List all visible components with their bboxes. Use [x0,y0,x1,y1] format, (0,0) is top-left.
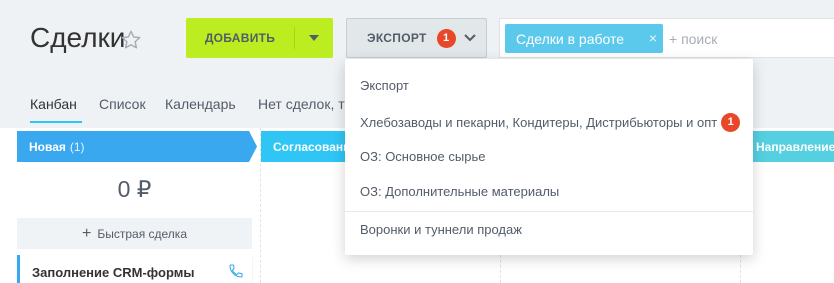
tab-list[interactable]: Список [99,96,146,112]
stage-name: Согласовани [273,139,351,154]
active-tab-indicator [30,121,82,123]
quick-deal-button[interactable]: + Быстрая сделка [17,218,252,249]
chevron-down-icon [463,34,476,42]
filter-search-box[interactable]: Сделки в работе × + поиск [499,18,834,58]
menu-item-label: Воронки и туннели продаж [360,222,522,237]
menu-item-main-materials[interactable]: ОЗ: Основное сырье [360,149,485,164]
export-count-badge: 1 [436,28,456,48]
quick-deal-label: Быстрая сделка [97,226,187,241]
stage-name: Новая [29,139,66,154]
menu-item-extra-materials[interactable]: ОЗ: Дополнительные материалы [360,184,559,199]
star-icon[interactable] [120,29,142,51]
menu-item-label: Экспорт [360,78,409,93]
stage-header-direction[interactable]: Направление [745,131,834,162]
menu-item-badge: 1 [721,113,741,132]
menu-item-export[interactable]: Экспорт [360,78,409,93]
export-dropdown-menu: Экспорт Хлебозаводы и пекарни, Кондитеры… [345,59,753,255]
tab-kanban[interactable]: Канбан [30,96,77,112]
add-button-label: ДОБАВИТЬ [204,31,276,45]
filter-chip-label: Сделки в работе [516,30,625,47]
column-divider [260,128,261,283]
add-button[interactable]: ДОБАВИТЬ [186,18,333,58]
tab-no-deals[interactable]: Нет сделок, т [258,96,345,112]
tab-calendar[interactable]: Календарь [165,96,236,112]
export-button[interactable]: ЭКСПОРТ 1 [346,18,487,58]
menu-item-label: ОЗ: Дополнительные материалы [360,184,560,199]
phone-icon[interactable] [228,263,244,279]
plus-icon: + [82,224,92,242]
stage-name: Направление [756,139,834,154]
page-title: Сделки [30,22,126,53]
stage-count: (1) [69,139,85,154]
export-button-label: ЭКСПОРТ [367,31,427,45]
menu-item-bakeries[interactable]: Хлебозаводы и пекарни, Кондитеры, Дистри… [360,113,741,132]
stage-header-new[interactable]: Новая (1) [17,131,257,162]
filter-chip[interactable]: Сделки в работе × [505,24,663,53]
menu-item-funnels[interactable]: Воронки и туннели продаж [360,222,522,237]
menu-item-label: Хлебозаводы и пекарни, Кондитеры, Дистри… [360,115,718,130]
deal-card-title[interactable]: Заполнение CRM-формы [32,265,194,280]
column-sum: 0 ₽ [117,176,152,202]
menu-divider [345,211,753,212]
menu-item-label: ОЗ: Основное сырье [360,149,486,164]
search-input[interactable]: + поиск [669,31,717,47]
deal-card[interactable]: Заполнение CRM-формы [17,255,252,283]
close-icon[interactable]: × [649,30,657,46]
caret-down-icon [309,35,319,41]
add-dropdown-arrow[interactable] [295,35,333,41]
